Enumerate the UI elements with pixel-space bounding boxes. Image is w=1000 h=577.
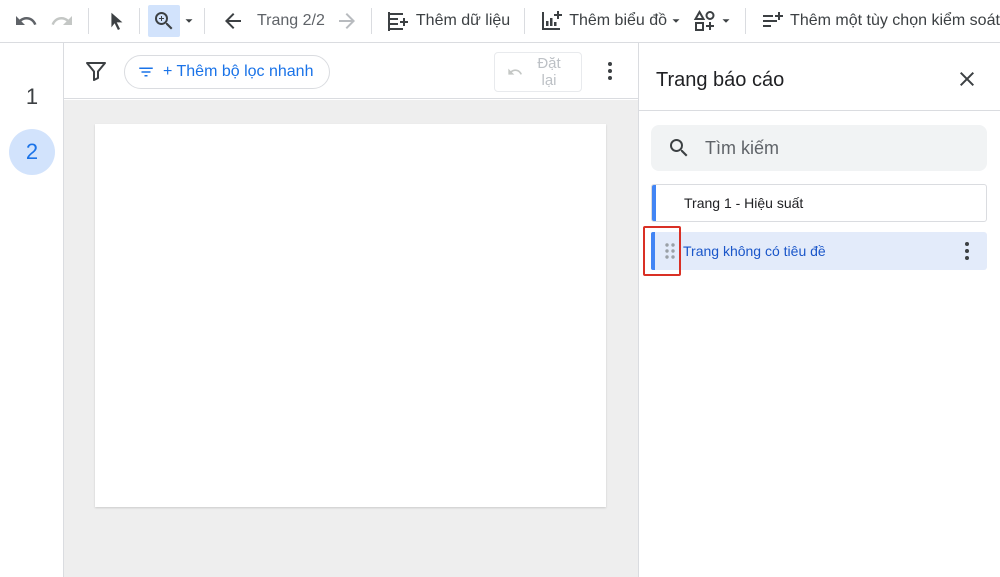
search-box xyxy=(651,125,987,171)
arrow-right-icon xyxy=(338,13,355,29)
add-quick-filter-button[interactable]: + Thêm bộ lọc nhanh xyxy=(124,55,331,89)
reset-label: Đặt lại xyxy=(537,55,561,89)
rail-page-1[interactable]: 1 xyxy=(9,74,55,120)
cursor-icon xyxy=(111,12,123,30)
reset-icon xyxy=(508,68,522,75)
add-control-label: Thêm một tùy chọn kiểm soát xyxy=(790,12,1000,29)
filter-icon[interactable] xyxy=(84,59,108,83)
panel-header: Trang báo cáo xyxy=(639,43,1000,111)
quick-filter-label: + Thêm bộ lọc nhanh xyxy=(163,63,314,80)
reset-button[interactable]: Đặt lại xyxy=(494,52,582,92)
add-control-icon xyxy=(763,12,784,27)
toolbar-divider xyxy=(88,8,89,34)
report-page-sheet[interactable] xyxy=(95,124,606,507)
search-input[interactable] xyxy=(705,137,965,159)
add-data-label: Thêm dữ liệu xyxy=(415,12,511,29)
toolbar-divider xyxy=(139,8,140,34)
toolbar-divider xyxy=(745,8,747,34)
add-chart-icon xyxy=(542,11,563,30)
more-options-icon[interactable] xyxy=(955,239,979,263)
caret-down-icon xyxy=(672,19,680,23)
toolbar-divider xyxy=(204,8,205,34)
page-accent-bar xyxy=(651,232,655,270)
page-navigation-rail: 1 2 xyxy=(0,43,64,577)
undo-icon xyxy=(16,16,37,25)
page-accent-bar xyxy=(652,185,656,221)
filter-list-icon xyxy=(139,67,153,77)
drag-handle-icon[interactable] xyxy=(663,242,677,260)
add-component-button[interactable] xyxy=(693,5,733,37)
add-chart-button[interactable]: Thêm biểu đồ xyxy=(539,5,683,37)
toolbar-divider xyxy=(370,8,372,34)
top-toolbar: Trang 2/2 Thêm dữ liệu Thêm biểu đồ Thêm… xyxy=(0,0,1000,43)
report-pages-panel: Trang báo cáo Trang 1 - Hiệu suất Trang … xyxy=(638,43,1000,577)
filter-bar: + Thêm bộ lọc nhanh Đặt lại xyxy=(64,43,638,99)
add-control-button[interactable]: Thêm một tùy chọn kiểm soát xyxy=(760,5,1000,37)
redo-icon xyxy=(51,16,72,25)
undo-button[interactable] xyxy=(14,5,38,37)
more-options-icon[interactable] xyxy=(598,59,622,83)
page-list-item[interactable]: Trang 1 - Hiệu suất xyxy=(651,184,987,222)
next-page-button[interactable] xyxy=(335,5,359,37)
page-list-item-selected[interactable]: Trang không có tiêu đề xyxy=(643,226,987,276)
add-component-icon xyxy=(693,9,715,31)
add-chart-label: Thêm biểu đồ xyxy=(569,12,668,29)
close-icon[interactable] xyxy=(955,67,979,91)
select-tool-button[interactable] xyxy=(105,5,127,37)
page-indicator: Trang 2/2 xyxy=(257,12,325,29)
rail-page-2[interactable]: 2 xyxy=(9,129,55,175)
page-list-item-label: Trang 1 - Hiệu suất xyxy=(684,195,804,211)
panel-title: Trang báo cáo xyxy=(656,69,785,91)
previous-page-button[interactable] xyxy=(221,5,245,37)
zoom-dropdown[interactable] xyxy=(182,5,196,37)
toolbar-divider xyxy=(524,8,526,34)
caret-down-icon xyxy=(185,19,193,23)
zoom-in-icon xyxy=(155,12,173,30)
page-list-item-label: Trang không có tiêu đề xyxy=(683,243,826,259)
add-data-icon xyxy=(387,12,408,31)
arrow-left-icon xyxy=(225,13,241,29)
add-data-button[interactable]: Thêm dữ liệu xyxy=(386,5,510,37)
search-icon xyxy=(670,139,688,157)
redo-button[interactable] xyxy=(50,5,74,37)
page-list: Trang 1 - Hiệu suất Trang không có tiêu … xyxy=(643,184,987,280)
zoom-button[interactable] xyxy=(148,5,180,37)
caret-down-icon xyxy=(722,19,730,23)
report-canvas xyxy=(64,100,638,577)
